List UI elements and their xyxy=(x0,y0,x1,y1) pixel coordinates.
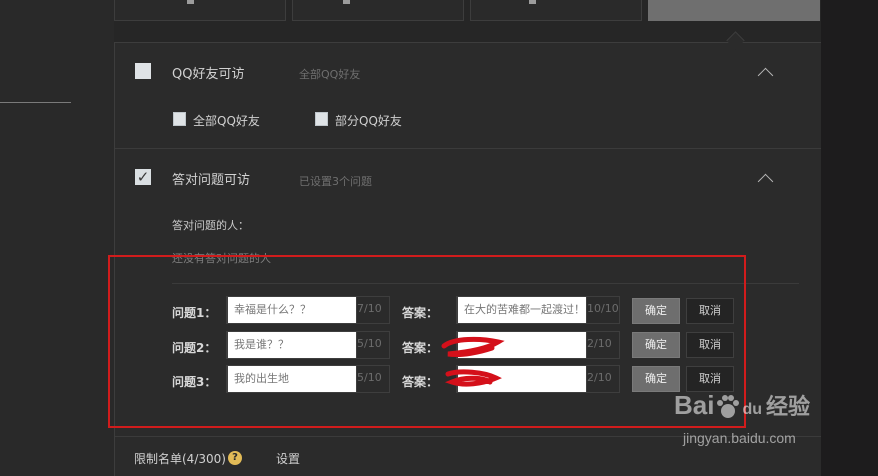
answered-people-label: 答对问题的人： xyxy=(172,219,249,232)
qq-friends-checkbox[interactable] xyxy=(135,63,151,79)
tab-3[interactable] xyxy=(470,0,642,21)
paw-icon xyxy=(714,393,742,421)
all-friends-radio[interactable] xyxy=(173,112,186,126)
all-friends-label[interactable]: 全部QQ好友 xyxy=(193,112,260,129)
help-icon[interactable]: ? xyxy=(228,451,242,465)
restriction-list-label: 限制名单(4/300) xyxy=(134,452,226,466)
tab-icon xyxy=(343,0,350,4)
tab-icon xyxy=(187,0,194,4)
question-access-title: 答对问题可访 xyxy=(172,173,251,188)
watermark-url: jingyan.baidu.com xyxy=(683,430,796,446)
watermark-bai: Bai xyxy=(674,390,715,420)
tab-icon xyxy=(529,0,536,4)
settings-link[interactable]: 设置 xyxy=(276,450,300,467)
tab-2[interactable] xyxy=(292,0,464,21)
right-scroll-area xyxy=(821,0,878,476)
qq-friends-summary: 全部QQ好友 xyxy=(299,68,361,81)
question-access-checkbox[interactable]: ✓ xyxy=(135,169,151,185)
some-friends-label[interactable]: 部分QQ好友 xyxy=(335,112,402,129)
some-friends-radio[interactable] xyxy=(315,112,328,126)
tab-4-active[interactable] xyxy=(648,0,820,21)
left-column xyxy=(0,0,114,476)
baidu-watermark-logo: Bai du 经验 xyxy=(674,389,810,421)
watermark-du: du xyxy=(742,401,763,418)
tab-1[interactable] xyxy=(114,0,286,21)
highlight-frame xyxy=(108,255,746,428)
left-divider xyxy=(0,102,71,103)
section-divider xyxy=(115,148,821,149)
qq-friends-title: QQ好友可访 xyxy=(172,67,245,82)
question-count-summary: 已设置3个问题 xyxy=(299,175,372,188)
watermark-cn: 经验 xyxy=(766,394,811,419)
